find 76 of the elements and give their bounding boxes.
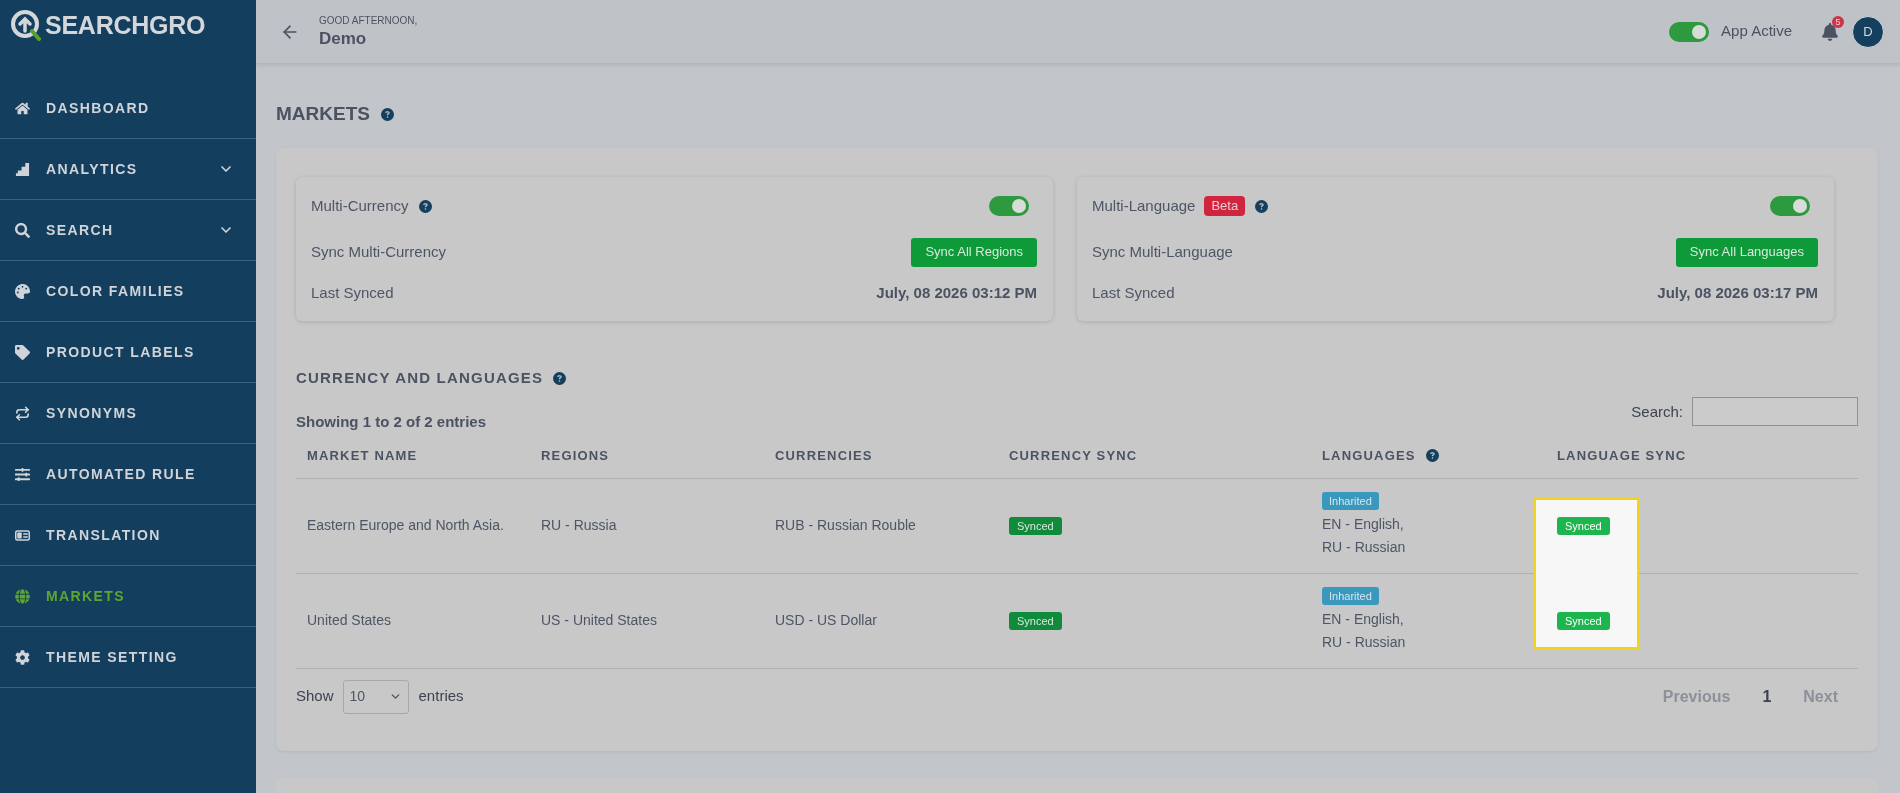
setting-title: Multi-Language [1092,195,1196,216]
toggle-switch[interactable] [1770,196,1810,216]
language-entry: RU - Russian [1322,633,1406,652]
sidebar-item[interactable]: AUTOMATED RULE [0,444,256,505]
page-size-select[interactable]: 10 [342,679,409,714]
entries-info: Showing 1 to 2 of 2 entries [296,412,487,432]
page-title: MARKETS [276,101,370,126]
table-cell: RU - Russia [541,517,617,533]
sidebar-item[interactable]: SYNONYMS [0,383,256,444]
brand-name: SEARCHGRO [45,10,206,41]
sync-status-badge: Synced [1009,517,1062,535]
last-synced-time: July, 08 2026 03:17 PM [1657,282,1818,303]
sync-label: Sync Multi-Currency [311,241,447,262]
greeting-text: GOOD AFTERNOON, [319,13,418,28]
table-cell: Eastern Europe and North Asia. [307,517,504,533]
language-entry: EN - English, [1322,515,1404,534]
toggle-switch[interactable] [989,196,1029,216]
column-header: MARKET NAME [307,447,418,465]
sidebar-item[interactable]: PRODUCT LABELS [0,322,256,383]
help-icon[interactable] [380,107,394,121]
sliders-icon [15,466,30,482]
logo-icon [10,9,42,41]
user-name: Demo [319,27,368,50]
column-header: CURRENCIES [775,447,873,465]
search-icon [15,222,30,238]
card-icon [15,527,30,543]
sidebar-item[interactable]: ANALYTICS [0,139,256,200]
table-cell: United States [307,612,392,628]
sidebar-item[interactable]: THEME SETTING [0,627,256,688]
app-status-label: App Active [1721,21,1792,42]
table-cell: US - United States [541,612,657,628]
repeat-arrows-icon [15,405,30,421]
sync-status-badge: Synced [1557,612,1610,630]
language-entry: EN - English, [1322,610,1404,629]
section-title: CURRENCY AND LANGUAGES [296,367,544,388]
bell-icon[interactable] [1822,22,1838,41]
search-label: Search: [1631,402,1683,422]
notification-count: 5 [1832,15,1844,28]
last-synced-label: Last Synced [1092,282,1175,303]
sidebar-item[interactable]: TRANSLATION [0,505,256,566]
sidebar-item[interactable]: MARKETS [0,566,256,627]
column-header: LANGUAGE SYNC [1557,447,1687,465]
search-field[interactable] [1692,397,1858,426]
table-cell: RUB - Russian Rouble [775,517,916,533]
label-badge: Beta [1204,196,1246,216]
source-badge: Inharited [1322,492,1379,510]
settings-icon [15,649,30,665]
toggle-switch[interactable] [1669,21,1710,42]
table-cell: USD - US Dollar [775,612,877,628]
tag-icon [15,344,30,360]
column-header: CURRENCY SYNC [1009,447,1138,465]
last-synced-time: July, 08 2026 03:12 PM [876,282,1037,303]
help-icon[interactable] [553,371,567,385]
help-icon[interactable] [1255,199,1269,213]
steps-chart-icon [15,161,30,177]
page-button[interactable]: 1 [1754,684,1780,709]
column-header: REGIONS [541,447,610,465]
column-header: LANGUAGES [1322,447,1416,465]
language-entry: RU - Russian [1322,538,1406,557]
sync-status-badge: Synced [1557,517,1610,535]
sidebar-item[interactable]: COLOR FAMILIES [0,261,256,322]
help-icon[interactable] [418,199,432,213]
sync-status-badge: Synced [1009,612,1062,630]
last-synced-label: Last Synced [311,282,394,303]
sync-label: Sync Multi-Language [1092,241,1233,262]
globe-icon [15,588,30,604]
avatar[interactable]: D [1852,15,1884,48]
palette-icon [15,283,30,299]
home-icon [15,100,30,116]
sidebar-item[interactable]: DASHBOARD [0,78,256,139]
show-label: Show [296,686,334,707]
setting-title: Multi-Currency [311,195,409,216]
sidebar-item[interactable]: SEARCH [0,200,256,261]
entries-label: entries [418,686,464,707]
help-icon[interactable] [1425,449,1439,463]
source-badge: Inharited [1322,587,1379,605]
